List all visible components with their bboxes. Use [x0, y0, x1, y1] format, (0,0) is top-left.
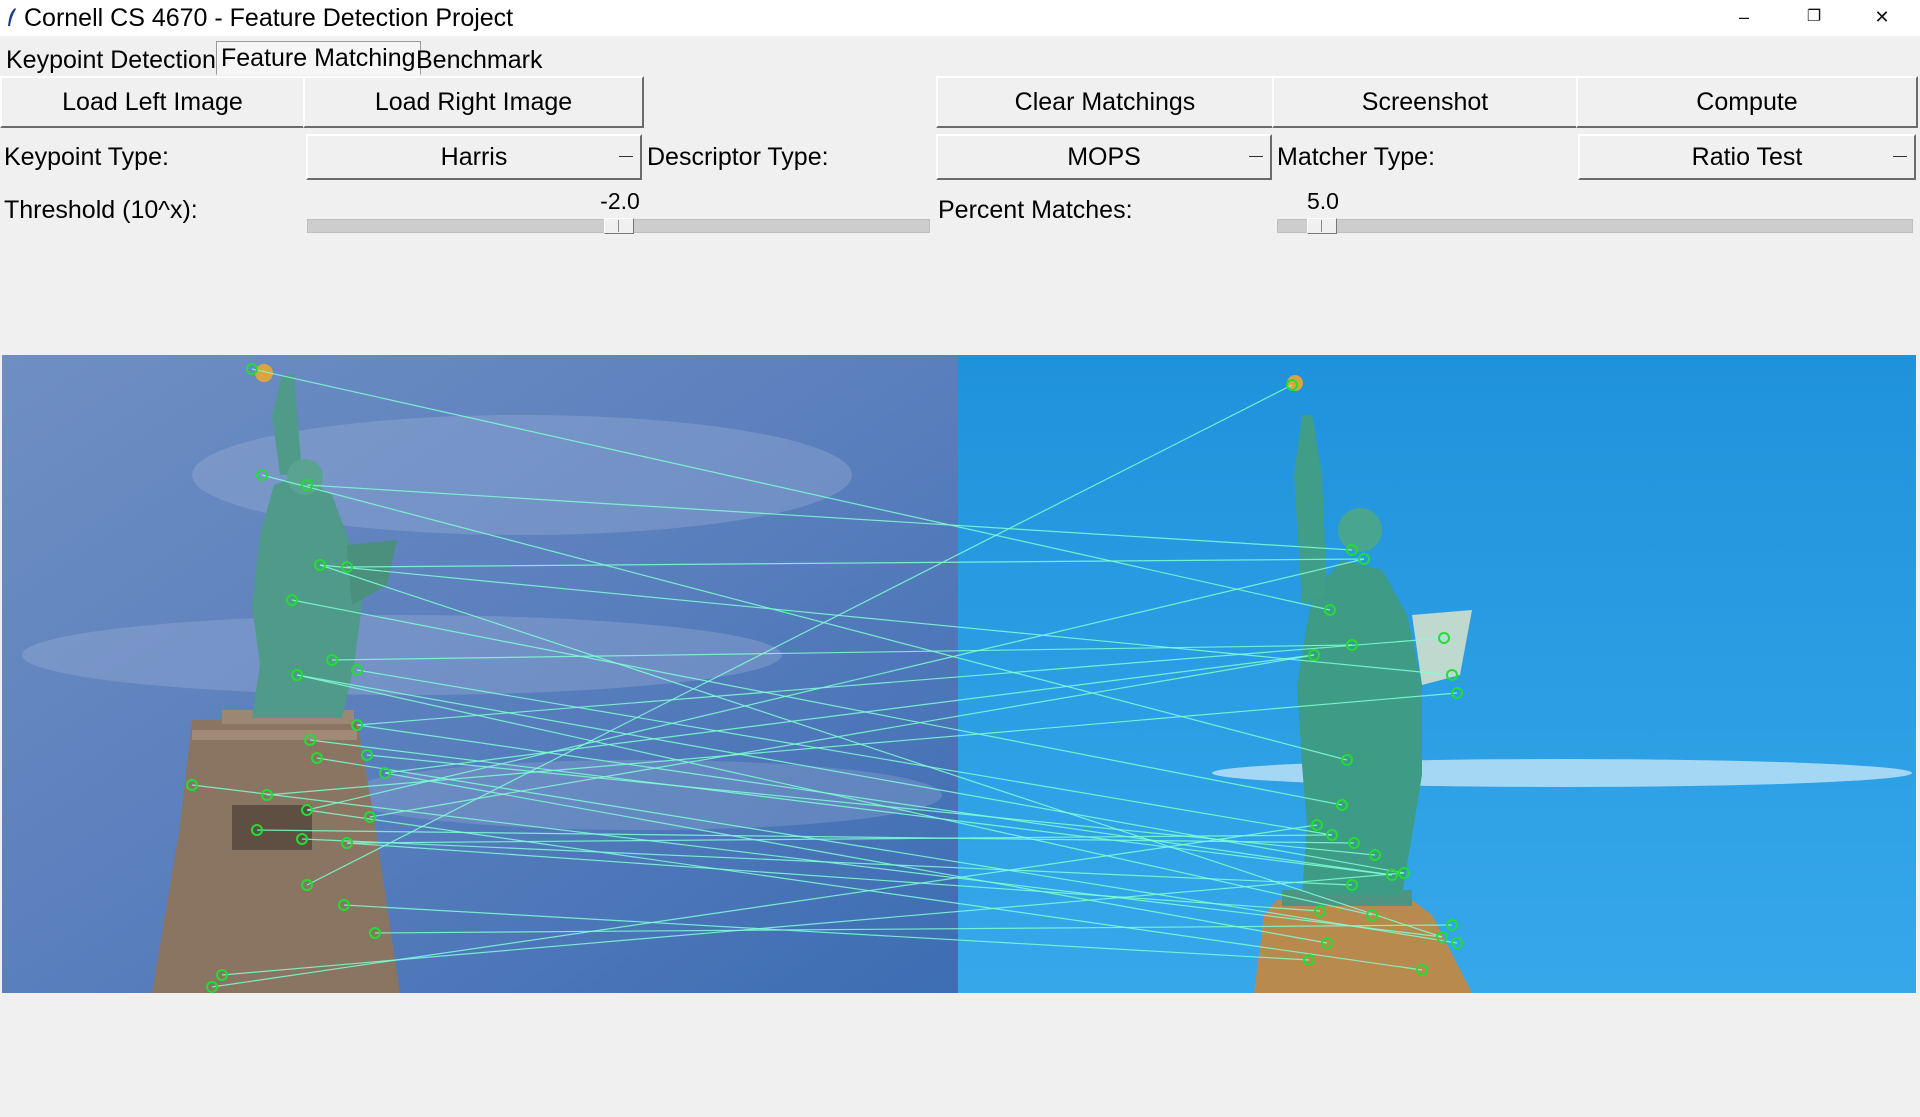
- tab-feature-matching[interactable]: Feature Matching: [216, 41, 421, 75]
- close-button[interactable]: ✕: [1852, 0, 1912, 36]
- left-image: [2, 355, 958, 993]
- keypoint-type-label: Keypoint Type:: [4, 143, 169, 171]
- threshold-slider[interactable]: [307, 218, 930, 234]
- matcher-type-label: Matcher Type:: [1277, 143, 1435, 171]
- feather-icon: [8, 8, 16, 26]
- percent-matches-value: 5.0: [1307, 188, 1339, 214]
- tab-keypoint-detection[interactable]: Keypoint Detection: [2, 44, 220, 76]
- threshold-value: -2.0: [600, 188, 640, 214]
- descriptor-type-label: Descriptor Type:: [647, 143, 829, 171]
- percent-matches-slider[interactable]: [1277, 218, 1913, 234]
- load-left-image-button[interactable]: Load Left Image: [0, 76, 305, 128]
- dropdown-arrow-icon: —: [619, 147, 633, 163]
- percent-matches-label: Percent Matches:: [938, 196, 1133, 224]
- descriptor-type-select[interactable]: MOPS —: [936, 134, 1272, 180]
- dropdown-arrow-icon: —: [1893, 147, 1907, 163]
- maximize-button[interactable]: ❐: [1784, 0, 1844, 36]
- keypoint-type-value: Harris: [440, 143, 508, 171]
- window-title: Cornell CS 4670 - Feature Detection Proj…: [24, 4, 514, 32]
- percent-matches-slider-handle[interactable]: [1307, 218, 1338, 234]
- clear-matchings-button[interactable]: Clear Matchings: [936, 76, 1274, 128]
- compute-button[interactable]: Compute: [1576, 76, 1918, 128]
- matching-canvas: [2, 355, 1916, 993]
- keypoint-type-select[interactable]: Harris —: [306, 134, 642, 180]
- title-bar: Cornell CS 4670 - Feature Detection Proj…: [0, 0, 1920, 36]
- matcher-type-value: Ratio Test: [1691, 143, 1803, 171]
- screenshot-button[interactable]: Screenshot: [1272, 76, 1578, 128]
- descriptor-type-value: MOPS: [1067, 143, 1141, 171]
- minimize-button[interactable]: –: [1714, 0, 1774, 36]
- load-right-image-button[interactable]: Load Right Image: [303, 76, 644, 128]
- threshold-label: Threshold (10^x):: [4, 196, 198, 224]
- tab-benchmark[interactable]: Benchmark: [412, 44, 546, 76]
- matcher-type-select[interactable]: Ratio Test —: [1578, 134, 1916, 180]
- threshold-slider-handle[interactable]: [603, 218, 634, 234]
- dropdown-arrow-icon: —: [1249, 147, 1263, 163]
